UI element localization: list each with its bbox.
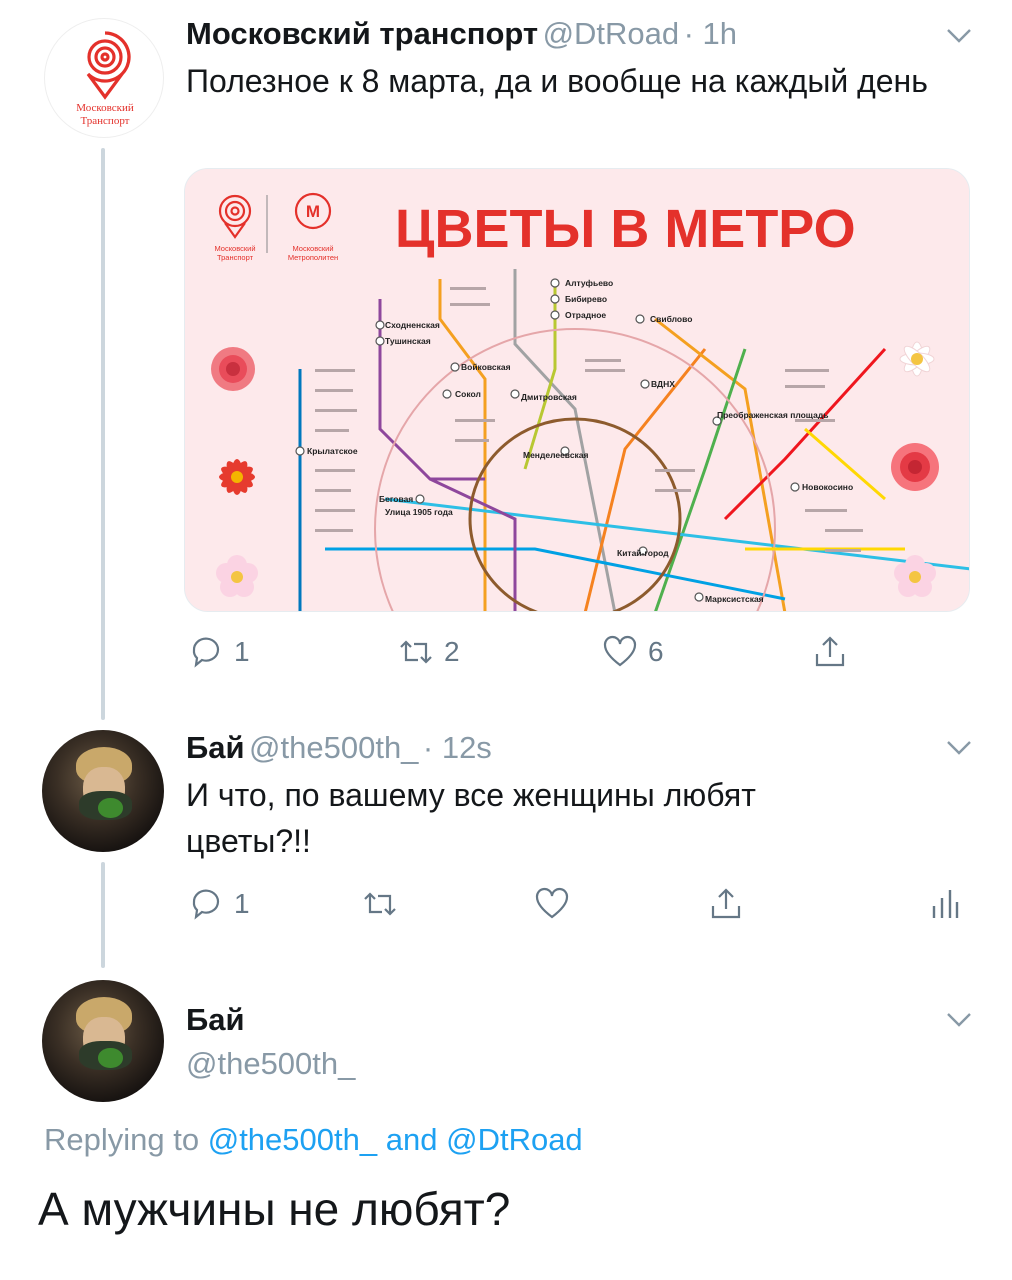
reply-count: 1	[234, 636, 250, 667]
tweet-time[interactable]: · 12s	[423, 730, 492, 765]
svg-text:Свиблово: Свиблово	[650, 314, 692, 324]
svg-text:Сходненская: Сходненская	[385, 320, 440, 330]
tweet-text: Полезное к 8 марта, да и вообще на кажды…	[186, 63, 928, 99]
like-button[interactable]	[534, 886, 570, 922]
tweet-text-line1: И что, по вашему все женщины любят	[186, 777, 756, 813]
tweet-time[interactable]: · 1h	[684, 16, 737, 51]
chevron-down-icon[interactable]	[944, 1004, 974, 1034]
svg-text:Преображенская площадь: Преображенская площадь	[717, 410, 828, 420]
tweet-header: Бай @the500th_ · 12s	[186, 730, 492, 766]
reply-button[interactable]: 1	[188, 634, 250, 670]
mention-link[interactable]: @DtRoad	[446, 1122, 583, 1157]
chevron-down-icon[interactable]	[944, 20, 974, 50]
svg-text:Сокол: Сокол	[455, 389, 481, 399]
author-name[interactable]: Бай	[186, 730, 245, 765]
author-name[interactable]: Бай	[186, 1002, 245, 1038]
analytics-icon	[932, 890, 959, 918]
thread-line	[101, 862, 105, 968]
retweet-button[interactable]	[362, 886, 398, 922]
avatar-user[interactable]	[42, 730, 164, 852]
tweet-image-metro-map[interactable]: М Московский Транспорт Московский Метроп…	[184, 168, 970, 612]
moscow-transport-logo: Московский Транспорт	[76, 31, 134, 127]
svg-text:Китай-город: Китай-город	[617, 548, 669, 558]
retweet-icon	[400, 640, 432, 664]
svg-text:ВДНХ: ВДНХ	[651, 379, 675, 389]
mention-link[interactable]: @the500th_	[208, 1122, 377, 1157]
media-title: ЦВЕТЫ В МЕТРО	[395, 199, 856, 259]
like-count: 6	[648, 636, 664, 667]
svg-text:Войковская: Войковская	[461, 362, 511, 372]
svg-text:Метрополитен: Метрополитен	[288, 253, 338, 262]
svg-text:Марксистская: Марксистская	[705, 594, 764, 604]
svg-text:Беговая: Беговая	[379, 494, 413, 504]
reply-icon	[192, 889, 220, 920]
author-name[interactable]: Московский транспорт	[186, 16, 538, 51]
thread-line	[101, 148, 105, 720]
like-icon	[535, 887, 569, 919]
retweet-count: 2	[444, 636, 460, 667]
retweet-button[interactable]: 2	[398, 634, 460, 670]
reply-count: 1	[234, 888, 250, 919]
analytics-button[interactable]	[926, 886, 962, 922]
share-button[interactable]	[812, 634, 848, 670]
tweet-text-line2: цветы?!!	[186, 823, 311, 859]
svg-text:Бибирево: Бибирево	[565, 294, 607, 304]
like-icon	[603, 635, 637, 667]
share-icon	[711, 888, 741, 919]
retweet-icon	[364, 892, 396, 916]
svg-text:Московский: Московский	[214, 244, 255, 253]
author-handle[interactable]: @the500th_	[249, 730, 418, 765]
svg-text:Отрадное: Отрадное	[565, 310, 606, 320]
share-icon	[815, 636, 845, 667]
reply-button[interactable]: 1	[188, 886, 250, 922]
tweet-header: Московский транспорт @DtRoad · 1h	[186, 16, 737, 52]
svg-text:Новокосино: Новокосино	[802, 482, 853, 492]
replying-and: and	[385, 1122, 438, 1157]
metro-flowers-map: М Московский Транспорт Московский Метроп…	[185, 169, 969, 611]
chevron-down-icon[interactable]	[944, 732, 974, 762]
avatar-moscow-transport[interactable]: Московский Транспорт	[44, 18, 164, 138]
svg-text:Транспорт: Транспорт	[217, 253, 254, 262]
svg-text:Транспорт: Транспорт	[80, 115, 129, 127]
svg-text:Крылатское: Крылатское	[307, 446, 358, 456]
svg-text:Алтуфьево: Алтуфьево	[565, 278, 613, 288]
svg-text:Менделеевская: Менделеевская	[523, 450, 589, 460]
focused-tweet-text: А мужчины не любят?	[38, 1183, 511, 1235]
svg-text:Тушинская: Тушинская	[385, 336, 431, 346]
reply-icon	[192, 637, 220, 668]
author-handle[interactable]: @DtRoad	[543, 16, 680, 51]
author-handle[interactable]: @the500th_	[186, 1046, 355, 1082]
replying-to: Replying to @the500th_ and @DtRoad	[44, 1122, 583, 1158]
svg-text:Дмитровская: Дмитровская	[521, 392, 577, 402]
svg-text:М: М	[306, 202, 320, 221]
svg-text:Улица 1905 года: Улица 1905 года	[385, 507, 453, 517]
replying-prefix: Replying to	[44, 1122, 200, 1157]
svg-text:Московский: Московский	[292, 244, 333, 253]
share-button[interactable]	[708, 886, 744, 922]
avatar-user[interactable]	[42, 980, 164, 1102]
like-button[interactable]: 6	[602, 634, 664, 670]
svg-text:Московский: Московский	[76, 102, 134, 114]
